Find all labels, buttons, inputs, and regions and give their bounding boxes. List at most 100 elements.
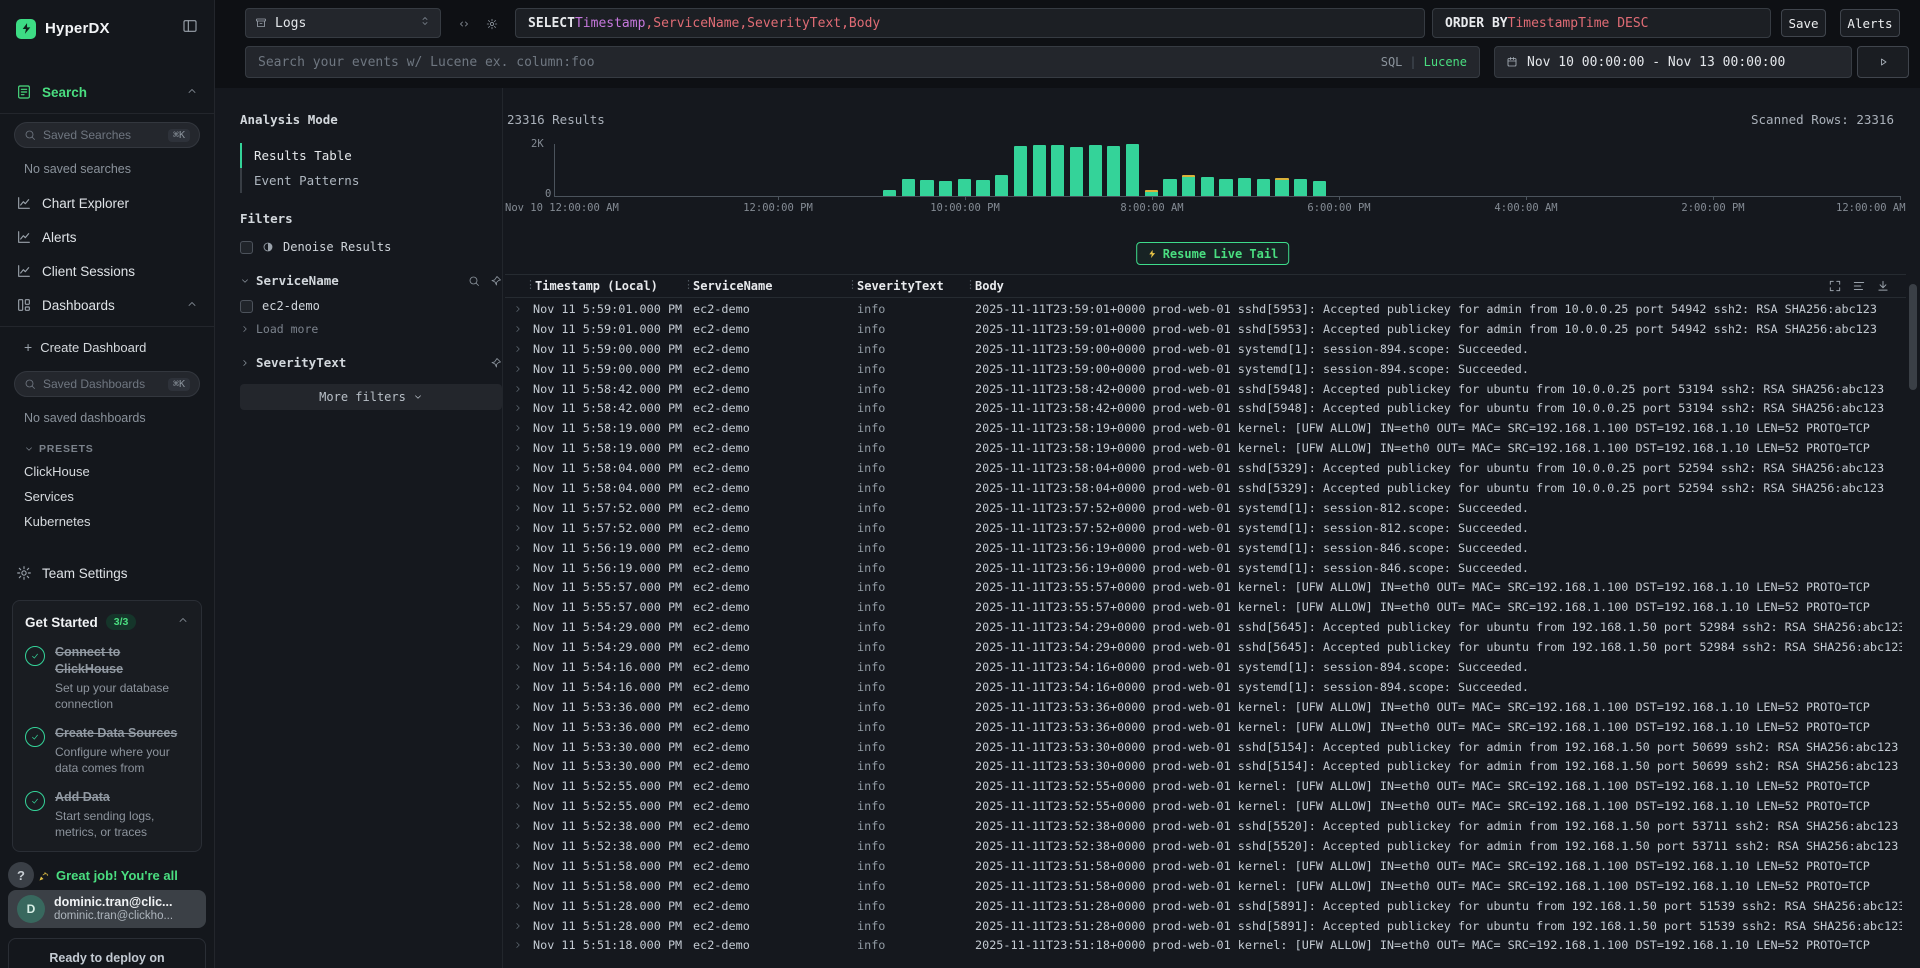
table-row[interactable]: Nov 11 5:51:28.000 PM ec2-demo info 2025… — [505, 896, 1906, 916]
expand-row-icon[interactable] — [513, 702, 523, 712]
saved-dashboards-input[interactable]: Saved Dashboards ⌘K — [14, 371, 200, 397]
source-settings-button[interactable] — [481, 13, 503, 35]
chevron-up-icon[interactable] — [186, 298, 198, 313]
table-row[interactable]: Nov 11 5:56:19.000 PM ec2-demo info 2025… — [505, 538, 1906, 558]
help-button[interactable]: ? — [8, 862, 34, 888]
table-row[interactable]: Nov 11 5:54:16.000 PM ec2-demo info 2025… — [505, 657, 1906, 677]
more-filters-button[interactable]: More filters — [240, 384, 502, 410]
expand-row-icon[interactable] — [513, 622, 523, 632]
pin-icon[interactable] — [490, 357, 502, 369]
analysis-mode-option[interactable]: Event Patterns — [240, 168, 502, 193]
expand-row-icon[interactable] — [513, 563, 523, 573]
expand-row-icon[interactable] — [513, 841, 523, 851]
table-row[interactable]: Nov 11 5:51:58.000 PM ec2-demo info 2025… — [505, 856, 1906, 876]
table-row[interactable]: Nov 11 5:52:38.000 PM ec2-demo info 2025… — [505, 836, 1906, 856]
checkbox[interactable] — [240, 300, 253, 313]
column-header-servicename[interactable]: ServiceName — [693, 279, 772, 293]
expand-row-icon[interactable] — [513, 742, 523, 752]
table-row[interactable]: Nov 11 5:57:52.000 PM ec2-demo info 2025… — [505, 518, 1906, 538]
alerts-button[interactable]: Alerts — [1840, 9, 1900, 37]
column-header-severitytext[interactable]: SeverityText — [857, 279, 944, 293]
table-row[interactable]: Nov 11 5:59:00.000 PM ec2-demo info 2025… — [505, 339, 1906, 359]
save-button[interactable]: Save — [1781, 9, 1826, 37]
table-row[interactable]: Nov 11 5:53:36.000 PM ec2-demo info 2025… — [505, 697, 1906, 717]
expand-row-icon[interactable] — [513, 921, 523, 931]
events-histogram[interactable]: 2K 0 Nov 10 12:00:00 AM12:00:00 PM10:00:… — [505, 128, 1920, 220]
column-settings-icon[interactable] — [1852, 279, 1866, 293]
expand-row-icon[interactable] — [513, 761, 523, 771]
table-row[interactable]: Nov 11 5:51:18.000 PM ec2-demo info 2025… — [505, 936, 1906, 956]
collapse-sidebar-icon[interactable] — [182, 18, 198, 39]
table-row[interactable]: Nov 11 5:51:28.000 PM ec2-demo info 2025… — [505, 916, 1906, 936]
chevron-up-icon[interactable] — [186, 85, 198, 100]
expand-row-icon[interactable] — [513, 682, 523, 692]
source-select[interactable]: Logs — [245, 8, 441, 38]
expand-row-icon[interactable] — [513, 423, 523, 433]
pin-icon[interactable] — [490, 275, 502, 287]
facet-search-icon[interactable] — [468, 275, 480, 287]
expand-row-icon[interactable] — [513, 443, 523, 453]
table-row[interactable]: Nov 11 5:53:30.000 PM ec2-demo info 2025… — [505, 737, 1906, 757]
table-row[interactable]: Nov 11 5:55:57.000 PM ec2-demo info 2025… — [505, 597, 1906, 617]
download-icon[interactable] — [1876, 279, 1890, 293]
table-row[interactable]: Nov 11 5:58:19.000 PM ec2-demo info 2025… — [505, 438, 1906, 458]
table-row[interactable]: Nov 11 5:54:29.000 PM ec2-demo info 2025… — [505, 637, 1906, 657]
table-row[interactable]: Nov 11 5:53:36.000 PM ec2-demo info 2025… — [505, 717, 1906, 737]
expand-row-icon[interactable] — [513, 940, 523, 950]
expand-row-icon[interactable] — [513, 503, 523, 513]
date-range-picker[interactable]: Nov 10 00:00:00 - Nov 13 00:00:00 — [1494, 46, 1852, 78]
sidebar-nav-item[interactable]: Client Sessions — [0, 254, 214, 288]
denoise-results-checkbox-row[interactable]: Denoise Results — [240, 240, 502, 254]
order-by-input[interactable]: ORDER BY TimestampTime DESC — [1432, 8, 1771, 38]
table-row[interactable]: Nov 11 5:58:04.000 PM ec2-demo info 2025… — [505, 458, 1906, 478]
table-row[interactable]: Nov 11 5:59:01.000 PM ec2-demo info 2025… — [505, 319, 1906, 339]
expand-row-icon[interactable] — [513, 582, 523, 592]
table-row[interactable]: Nov 11 5:55:57.000 PM ec2-demo info 2025… — [505, 577, 1906, 597]
expand-row-icon[interactable] — [513, 901, 523, 911]
expand-row-icon[interactable] — [513, 523, 523, 533]
expand-row-icon[interactable] — [513, 642, 523, 652]
expand-row-icon[interactable] — [513, 344, 523, 354]
column-header-timestamp[interactable]: Timestamp (Local) — [535, 279, 658, 293]
search-input[interactable]: Search your events w/ Lucene ex. column:… — [245, 46, 1480, 78]
table-row[interactable]: Nov 11 5:54:16.000 PM ec2-demo info 2025… — [505, 677, 1906, 697]
expand-table-icon[interactable] — [1828, 279, 1842, 293]
table-row[interactable]: Nov 11 5:58:42.000 PM ec2-demo info 2025… — [505, 379, 1906, 399]
resume-live-tail-button[interactable]: Resume Live Tail — [1136, 242, 1290, 265]
expand-row-icon[interactable] — [513, 403, 523, 413]
expand-row-icon[interactable] — [513, 483, 523, 493]
get-started-step[interactable]: Add Data Start sending logs, metrics, or… — [25, 789, 189, 840]
table-row[interactable]: Nov 11 5:59:00.000 PM ec2-demo info 2025… — [505, 359, 1906, 379]
facet-severitytext[interactable]: SeverityText — [240, 355, 502, 370]
expand-row-icon[interactable] — [513, 781, 523, 791]
preset-dashboard-item[interactable]: Services — [0, 484, 214, 509]
sidebar-item-team-settings[interactable]: Team Settings — [0, 556, 214, 590]
table-row[interactable]: Nov 11 5:58:42.000 PM ec2-demo info 2025… — [505, 398, 1906, 418]
create-dashboard-button[interactable]: + Create Dashboard — [0, 331, 214, 363]
table-row[interactable]: Nov 11 5:58:19.000 PM ec2-demo info 2025… — [505, 418, 1906, 438]
expand-row-icon[interactable] — [513, 304, 523, 314]
table-row[interactable]: Nov 11 5:53:30.000 PM ec2-demo info 2025… — [505, 756, 1906, 776]
checkbox[interactable] — [240, 241, 253, 254]
table-row[interactable]: Nov 11 5:54:29.000 PM ec2-demo info 2025… — [505, 617, 1906, 637]
get-started-step[interactable]: Create Data Sources Configure where your… — [25, 725, 189, 776]
sidebar-item-dashboards[interactable]: Dashboards — [0, 288, 214, 322]
presets-toggle[interactable]: PRESETS — [0, 435, 214, 459]
table-row[interactable]: Nov 11 5:52:38.000 PM ec2-demo info 2025… — [505, 816, 1906, 836]
table-row[interactable]: Nov 11 5:59:01.000 PM ec2-demo info 2025… — [505, 299, 1906, 319]
column-header-body[interactable]: Body — [975, 279, 1004, 293]
table-row[interactable]: Nov 11 5:56:19.000 PM ec2-demo info 2025… — [505, 558, 1906, 578]
facet-option-row[interactable]: ec2-demo — [240, 299, 502, 313]
select-columns-input[interactable]: SELECT Timestamp,ServiceName,SeverityTex… — [515, 8, 1425, 38]
expand-row-icon[interactable] — [513, 861, 523, 871]
table-row[interactable]: Nov 11 5:57:52.000 PM ec2-demo info 2025… — [505, 498, 1906, 518]
toggle-lucene[interactable]: Lucene — [1424, 55, 1467, 69]
toggle-sql[interactable]: SQL — [1381, 55, 1403, 69]
expand-row-icon[interactable] — [513, 801, 523, 811]
run-query-button[interactable] — [1857, 46, 1909, 78]
table-row[interactable]: Nov 11 5:51:58.000 PM ec2-demo info 2025… — [505, 876, 1906, 896]
edit-source-button[interactable] — [453, 13, 475, 35]
load-more-button[interactable]: Load more — [240, 322, 502, 336]
saved-searches-input[interactable]: Saved Searches ⌘K — [14, 122, 200, 148]
expand-row-icon[interactable] — [513, 602, 523, 612]
